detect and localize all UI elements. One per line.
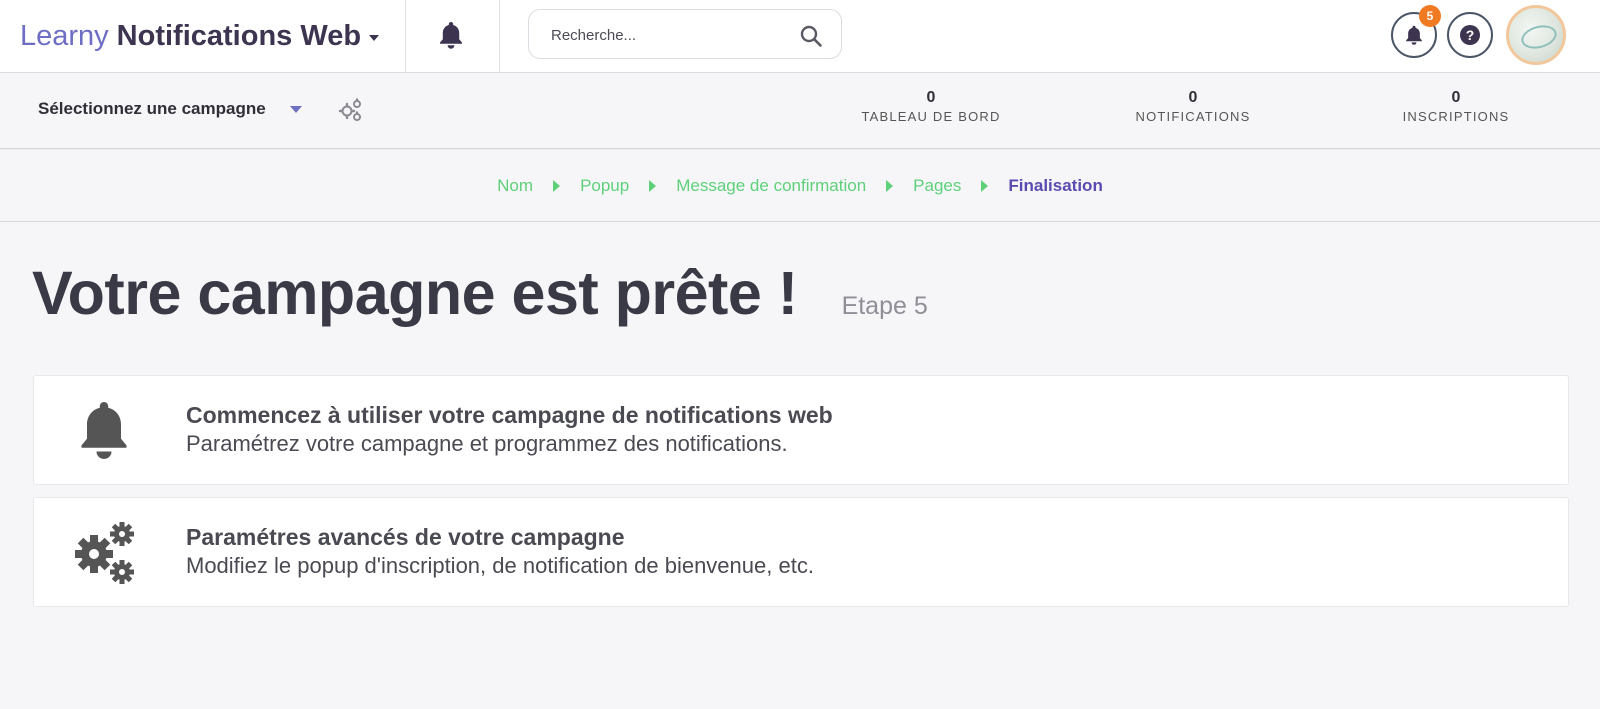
divider xyxy=(405,0,406,72)
stat-label: TABLEAU DE BORD xyxy=(861,109,1001,124)
card-title: Commencez à utiliser votre campagne de n… xyxy=(186,402,833,428)
card-description: Modifiez le popup d'inscription, de noti… xyxy=(186,553,814,578)
chevron-right-icon xyxy=(981,180,989,192)
stat-label: NOTIFICATIONS xyxy=(1135,109,1251,124)
step-nom[interactable]: Nom xyxy=(497,176,533,196)
stat-notifications[interactable]: 0 NOTIFICATIONS xyxy=(1108,89,1278,124)
card-title: Paramétres avancés de votre campagne xyxy=(186,524,625,550)
stat-inscriptions[interactable]: 0 INSCRIPTIONS xyxy=(1371,89,1541,124)
campaign-select-label: Sélectionnez une campagne xyxy=(38,99,266,118)
search-input[interactable] xyxy=(551,24,791,46)
divider xyxy=(499,0,500,72)
caret-down-icon xyxy=(289,105,302,113)
help-icon: ? xyxy=(1460,25,1480,45)
step-finalisation[interactable]: Finalisation xyxy=(1008,176,1102,196)
gears-icon xyxy=(72,520,136,584)
help-button[interactable]: ? xyxy=(1447,12,1493,58)
chevron-right-icon xyxy=(553,180,561,192)
campaign-select[interactable]: Sélectionnez une campagne xyxy=(38,99,302,119)
step-popup[interactable]: Popup xyxy=(580,176,629,196)
start-campaign-card[interactable]: Commencez à utiliser votre campagne de n… xyxy=(33,375,1569,485)
top-bar: Learny Notifications Web 5 ? xyxy=(0,0,1600,73)
search-box xyxy=(528,9,842,59)
notification-count-badge: 5 xyxy=(1419,5,1441,27)
stat-value: 0 xyxy=(926,89,936,106)
stat-label: INSCRIPTIONS xyxy=(1402,109,1510,124)
breadcrumb: Nom Popup Message de confirmation Pages … xyxy=(0,150,1600,222)
avatar[interactable] xyxy=(1506,5,1566,65)
card-description: Paramétrez votre campagne et programmez … xyxy=(186,431,788,456)
stat-value: 0 xyxy=(1451,89,1461,106)
page-title: Votre campagne est prête ! xyxy=(32,259,798,327)
advanced-settings-card[interactable]: Paramétres avancés de votre campagne Mod… xyxy=(33,497,1569,607)
caret-down-icon xyxy=(369,35,380,41)
chevron-right-icon xyxy=(886,180,894,192)
step-pages[interactable]: Pages xyxy=(913,176,961,196)
brand-name-dark: Notifications Web xyxy=(116,19,362,52)
page-header: Votre campagne est prête ! Etape 5 xyxy=(32,258,928,328)
chevron-right-icon xyxy=(649,180,657,192)
stat-dashboard[interactable]: 0 TABLEAU DE BORD xyxy=(846,89,1016,124)
campaign-bar: Sélectionnez une campagne 0 TABLEAU DE B… xyxy=(0,73,1600,149)
bell-icon xyxy=(72,398,136,462)
brand-menu[interactable]: Learny Notifications Web xyxy=(20,0,380,72)
step-message-confirmation[interactable]: Message de confirmation xyxy=(676,176,866,196)
steps-bar: Nom Popup Message de confirmation Pages … xyxy=(0,150,1600,222)
brand-name-light: Learny xyxy=(20,19,109,52)
svg-text:?: ? xyxy=(1466,27,1475,43)
step-indicator: Etape 5 xyxy=(841,292,928,320)
settings-gears-icon[interactable] xyxy=(338,97,364,123)
notification-bell-icon xyxy=(1406,25,1422,45)
stat-value: 0 xyxy=(1188,89,1198,106)
bell-icon[interactable] xyxy=(437,20,465,50)
search-icon[interactable] xyxy=(799,24,823,48)
